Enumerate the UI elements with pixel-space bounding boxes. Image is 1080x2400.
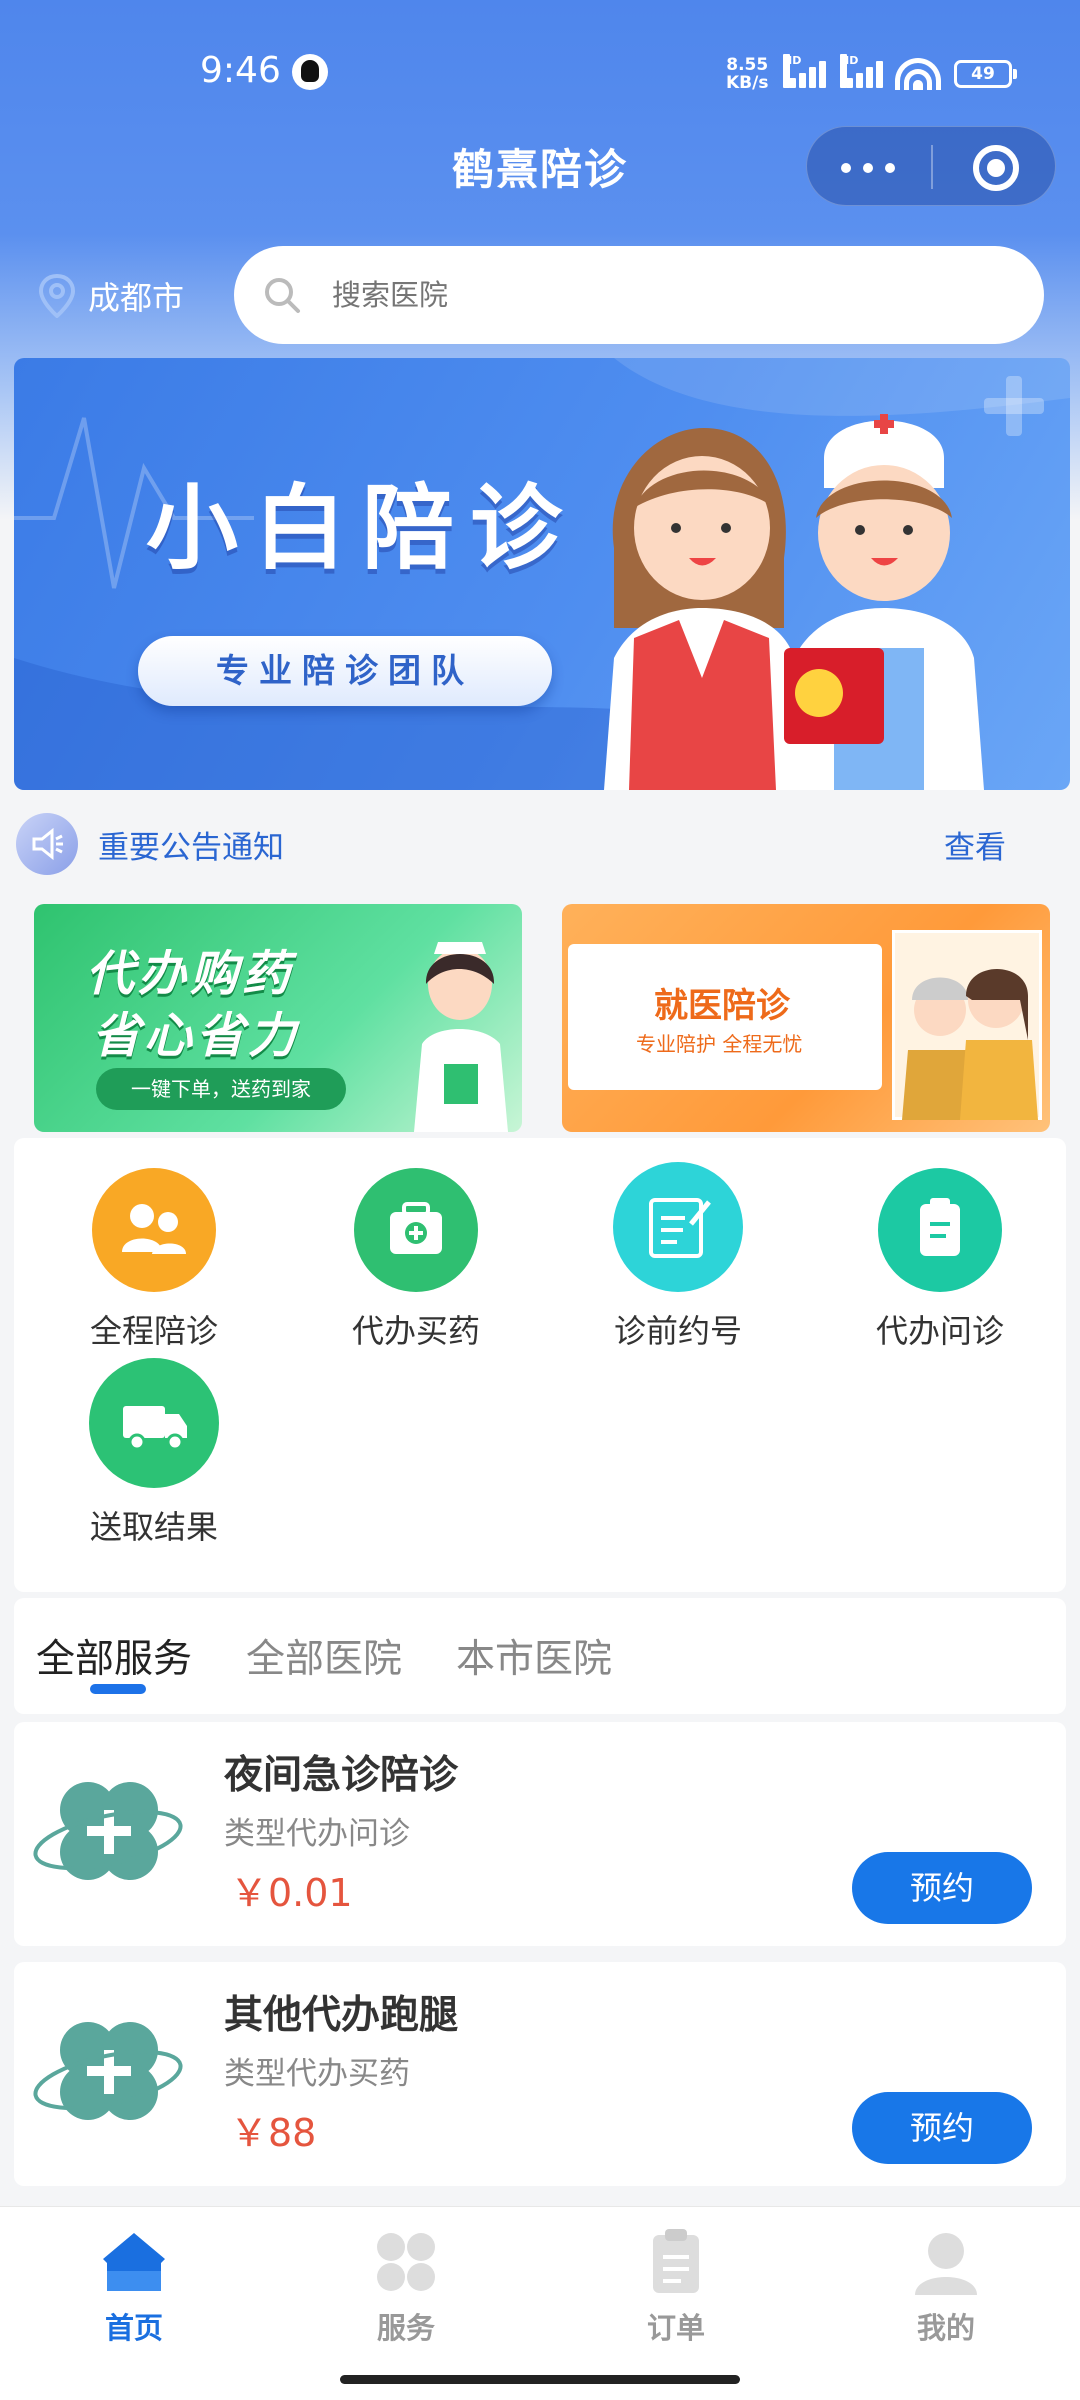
clipboard-icon (878, 1168, 1002, 1292)
service-label: 全程陪诊 (89, 1312, 218, 1350)
promo-line1: 就医陪诊 (654, 986, 790, 1026)
medicine-kit-icon (354, 1168, 478, 1292)
promo-line2: 专业陪护 全程无忧 (636, 1032, 803, 1056)
tabbar-profile[interactable]: 我的 (866, 2227, 1026, 2347)
location-city: 成都市 (88, 279, 185, 317)
tab-local-hospitals[interactable]: 本市医院 (456, 1628, 612, 1684)
service-label: 送取结果 (89, 1508, 218, 1546)
home-indicator[interactable] (340, 2375, 740, 2384)
network-speed-value: 8.55 (726, 55, 769, 75)
tabbar-home[interactable]: 首页 (54, 2227, 214, 2347)
promo-line2: 省心省力 (92, 1008, 301, 1064)
banner-carousel[interactable]: 小白陪诊 专业陪诊团队 (14, 358, 1070, 790)
service-full-escort[interactable]: 全程陪诊 (54, 1168, 254, 1352)
network-speed: 8.55 KB/s (726, 56, 768, 92)
capsule-divider (931, 145, 933, 189)
tabbar-orders[interactable]: 订单 (596, 2227, 756, 2347)
service-label: 代办问诊 (875, 1312, 1004, 1350)
service-price: ￥88 (230, 2111, 317, 2155)
category-tabs: 全部服务 全部医院 本市医院 (14, 1598, 1066, 1714)
location-pin-icon (38, 274, 76, 318)
clover-logo-icon (33, 2022, 183, 2120)
bottom-tab-bar: 首页 服务 订单 我的 (0, 2206, 1080, 2400)
search-icon (265, 278, 300, 313)
speaker-icon (16, 813, 78, 875)
service-price: ￥0.01 (230, 1871, 353, 1915)
notice-view-link[interactable]: 查看 (944, 822, 1006, 867)
promo-line1: 代办购药 (86, 946, 295, 1002)
list-item[interactable]: 其他代办跑腿 类型代办买药 ￥88 预约 (14, 1962, 1066, 2186)
search-bar[interactable] (234, 246, 1044, 344)
service-type: 类型代办问诊 (224, 1816, 410, 1852)
service-consultation[interactable]: 代办问诊 (840, 1168, 1040, 1352)
close-target-icon[interactable] (973, 145, 1019, 191)
nurse-illustration (604, 414, 984, 790)
service-pre-appointment[interactable]: 诊前约号 (578, 1162, 778, 1352)
edit-note-icon (613, 1162, 743, 1292)
service-type: 类型代办买药 (224, 2056, 410, 2092)
search-input[interactable] (332, 278, 932, 312)
miniprogram-capsule (806, 126, 1056, 206)
tab-all-hospitals[interactable]: 全部医院 (246, 1628, 402, 1684)
notice-text: 重要公告通知 (98, 829, 284, 866)
grid-icon (371, 2227, 441, 2297)
service-label: 代办买药 (351, 1312, 480, 1350)
tabbar-label: 服务 (376, 2311, 435, 2345)
status-bar: 9:46 8.55 KB/s HD HD 49 (0, 0, 1080, 140)
tabbar-services[interactable]: 服务 (326, 2227, 486, 2347)
service-grid: 全程陪诊 代办买药 诊前约号 代办问诊 送取结果 (14, 1138, 1066, 1592)
banner-subtitle: 专业陪诊团队 (138, 636, 552, 706)
home-icon (99, 2227, 169, 2297)
signal-icon: HD (840, 54, 888, 88)
location-selector[interactable]: 成都市 (38, 268, 184, 324)
service-buy-medicine[interactable]: 代办买药 (316, 1168, 516, 1352)
notice-bar: 重要公告通知 查看 (16, 812, 1066, 876)
promo-card-escort[interactable]: 就医陪诊 专业陪护 全程无忧 (562, 904, 1050, 1132)
signal-icon: HD (783, 54, 831, 88)
doctor-illustration (414, 942, 508, 1132)
truck-icon (89, 1358, 219, 1488)
tab-all-services[interactable]: 全部服务 (36, 1628, 192, 1684)
clover-logo-icon (33, 1782, 183, 1880)
promo-line3: 一键下单，送药到家 (96, 1068, 346, 1110)
book-button[interactable]: 预约 (852, 2092, 1032, 2164)
network-speed-unit: KB/s (726, 73, 769, 93)
wifi-icon (895, 56, 941, 90)
tab-indicator (90, 1684, 146, 1694)
tabbar-label: 订单 (646, 2311, 705, 2345)
service-deliver-results[interactable]: 送取结果 (54, 1358, 254, 1548)
book-button[interactable]: 预约 (852, 1852, 1032, 1924)
order-icon (641, 2227, 711, 2297)
tabbar-label: 首页 (104, 2311, 163, 2345)
people-icon (92, 1168, 216, 1292)
service-label: 诊前约号 (613, 1312, 742, 1350)
more-icon[interactable] (841, 163, 897, 173)
service-name: 夜间急诊陪诊 (224, 1753, 459, 1798)
elderly-illustration (892, 930, 1042, 1120)
promo-card-medicine[interactable]: 代办购药 省心省力 一键下单，送药到家 (34, 904, 522, 1132)
qq-notification-icon (292, 54, 328, 90)
tabbar-label: 我的 (916, 2311, 975, 2345)
banner-title: 小白陪诊 (146, 475, 579, 582)
list-item[interactable]: 夜间急诊陪诊 类型代办问诊 ￥0.01 预约 (14, 1722, 1066, 1946)
service-name: 其他代办跑腿 (224, 1993, 459, 2038)
battery-icon: 49 (954, 60, 1017, 88)
user-icon (911, 2227, 981, 2297)
status-time: 9:46 (200, 50, 281, 91)
